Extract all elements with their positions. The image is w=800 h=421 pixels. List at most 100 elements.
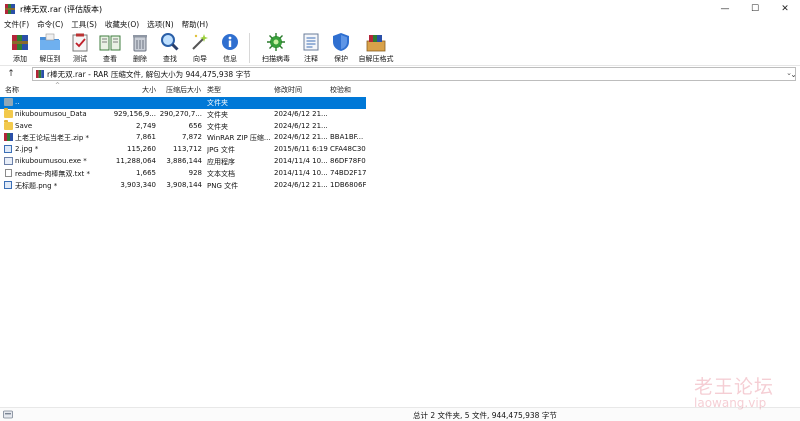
cell-packed: 7,872 bbox=[181, 133, 202, 142]
table-row[interactable]: .. 文件夹 bbox=[0, 97, 366, 109]
column-packed[interactable]: 压缩后大小 bbox=[166, 85, 201, 95]
view-button-label: 查看 bbox=[103, 55, 117, 63]
cell-type: WinRAR ZIP 压缩... bbox=[207, 134, 271, 143]
cell-modified: 2024/6/12 21... bbox=[274, 121, 328, 130]
extract-to-button[interactable]: 解压到 bbox=[35, 30, 65, 66]
cell-modified: 2024/6/12 21... bbox=[274, 109, 328, 118]
virus-scan-button[interactable]: 扫描病毒 bbox=[256, 30, 296, 66]
cell-size: 11,288,064 bbox=[115, 157, 156, 165]
watermark-cn: 老王论坛 bbox=[694, 376, 775, 398]
table-row[interactable]: readme-肉棒無双.txt * 1,665 928 文本文档 2014/11/4 1… bbox=[0, 168, 366, 180]
path-bar: ↑ r棒无双.rar - RAR 压缩文件, 解包大小为 944,475,938… bbox=[0, 66, 800, 82]
info-icon bbox=[219, 31, 241, 53]
find-button[interactable]: 查找 bbox=[155, 30, 185, 66]
test-clipboard-icon bbox=[69, 31, 91, 53]
cell-packed: 3,886,144 bbox=[166, 157, 202, 165]
cell-modified: 2015/6/11 6:19 bbox=[274, 145, 328, 154]
extract-folder-icon bbox=[39, 31, 61, 53]
menu-commands[interactable]: 命令(C) bbox=[37, 19, 63, 30]
view-button[interactable]: 查看 bbox=[95, 30, 125, 66]
comment-icon bbox=[300, 31, 322, 53]
magnifier-icon bbox=[159, 31, 181, 53]
add-archive-icon bbox=[9, 31, 31, 53]
wizard-button[interactable]: 向导 bbox=[185, 30, 215, 66]
folder-icon bbox=[4, 98, 13, 106]
menu-file[interactable]: 文件(F) bbox=[4, 19, 29, 30]
cell-type: PNG 文件 bbox=[207, 181, 239, 190]
watermark-en: laowang.vip bbox=[694, 396, 767, 410]
add-button[interactable]: 添加 bbox=[5, 30, 35, 66]
sfx-button[interactable]: 自解压格式 bbox=[356, 30, 396, 66]
menu-favorites[interactable]: 收藏夹(O) bbox=[105, 19, 139, 30]
cell-packed: 928 bbox=[188, 168, 202, 177]
test-button-label: 测试 bbox=[73, 55, 87, 63]
cell-packed: 656 bbox=[188, 121, 202, 130]
cell-packed: 3,908,144 bbox=[166, 180, 202, 189]
menu-help[interactable]: 帮助(H) bbox=[182, 19, 209, 30]
cell-name: .. bbox=[15, 98, 20, 106]
cell-crc: BBA1BF... bbox=[330, 133, 364, 142]
protect-button-label: 保护 bbox=[334, 55, 348, 63]
comment-button[interactable]: 注释 bbox=[296, 30, 326, 66]
delete-button-label: 删除 bbox=[133, 55, 147, 63]
cell-crc: 1DB6806F bbox=[330, 180, 366, 189]
cell-type: 文件夹 bbox=[207, 110, 228, 119]
delete-button[interactable]: 删除 bbox=[125, 30, 155, 66]
cell-type: 应用程序 bbox=[207, 158, 235, 166]
info-button-label: 信息 bbox=[223, 55, 237, 63]
drive-status-icon bbox=[3, 410, 13, 419]
cell-modified: 2024/6/12 21... bbox=[274, 133, 328, 142]
toolbar: 添加 解压到 测试 查看 删除 查找 向导 信息 扫描病毒 注释 保护 自解压格… bbox=[0, 30, 800, 79]
menu-bar: 文件(F) 命令(C) 工具(S) 收藏夹(O) 选项(N) 帮助(H) bbox=[0, 18, 800, 30]
table-row[interactable]: 无标题.png * 3,903,340 3,908,144 PNG 文件 2024/6/… bbox=[0, 180, 366, 192]
cell-size: 2,749 bbox=[135, 121, 156, 130]
minimize-button[interactable]: — bbox=[710, 0, 740, 18]
protect-button[interactable]: 保护 bbox=[326, 30, 356, 66]
table-row[interactable]: 上老王论坛当老王.zip * 7,861 7,872 WinRAR ZIP 压缩...… bbox=[0, 132, 366, 144]
extract-to-button-label: 解压到 bbox=[39, 55, 61, 63]
column-name[interactable]: 名称 bbox=[5, 85, 19, 95]
table-row[interactable]: nikuboumusou.exe * 11,288,064 3,886,144 应用程… bbox=[0, 156, 366, 168]
info-button[interactable]: 信息 bbox=[215, 30, 245, 66]
cell-packed: 290,270,7... bbox=[159, 109, 202, 118]
zip-file-icon bbox=[4, 133, 13, 142]
sfx-button-label: 自解压格式 bbox=[358, 55, 394, 63]
sort-arrow-icon: ^ bbox=[55, 82, 61, 89]
column-type[interactable]: 类型 bbox=[207, 85, 221, 95]
virus-scan-button-label: 扫描病毒 bbox=[262, 55, 290, 63]
cell-size: 929,156,9... bbox=[113, 109, 156, 118]
cell-crc: CFA48C30 bbox=[330, 145, 366, 154]
title-bar: r棒无双.rar (评估版本) — ☐ ✕ bbox=[0, 0, 800, 18]
wizard-wand-icon bbox=[189, 31, 211, 53]
path-dropdown-chevron-icon[interactable]: ⌄ bbox=[786, 69, 792, 77]
cell-type: 文件夹 bbox=[207, 99, 228, 107]
find-button-label: 查找 bbox=[163, 55, 177, 63]
column-size[interactable]: 大小 bbox=[142, 85, 156, 95]
cell-modified: 2024/6/12 21... bbox=[274, 180, 328, 189]
exe-file-icon bbox=[4, 157, 13, 165]
close-button[interactable]: ✕ bbox=[770, 0, 800, 18]
file-list: 名称 ^ 大小 压缩后大小 类型 修改时间 校验和 .. 文件夹 nikuboumu… bbox=[0, 82, 800, 406]
column-modified[interactable]: 修改时间 bbox=[274, 85, 302, 95]
column-crc[interactable]: 校验和 bbox=[330, 85, 351, 95]
maximize-button[interactable]: ☐ bbox=[740, 0, 770, 18]
menu-tools[interactable]: 工具(S) bbox=[71, 19, 97, 30]
cell-type: JPG 文件 bbox=[207, 146, 235, 155]
status-bar: 总计 2 文件夹, 5 文件, 944,475,938 字节 bbox=[0, 407, 800, 421]
cell-size: 3,903,340 bbox=[120, 180, 156, 189]
cell-crc: 86DF78F0 bbox=[330, 157, 366, 165]
shield-icon bbox=[330, 31, 352, 53]
table-row[interactable]: nikuboumusou_Data 929,156,9... 290,270,7..… bbox=[0, 108, 366, 121]
archive-mini-icon bbox=[36, 70, 44, 78]
cell-size: 7,861 bbox=[135, 133, 156, 142]
up-arrow-icon[interactable]: ↑ bbox=[0, 66, 22, 82]
path-field[interactable]: r棒无双.rar - RAR 压缩文件, 解包大小为 944,475,938 字… bbox=[32, 67, 796, 81]
table-row[interactable]: Save 2,749 656 文件夹 2024/6/12 21... bbox=[0, 120, 366, 133]
test-button[interactable]: 测试 bbox=[65, 30, 95, 66]
cell-size: 1,665 bbox=[135, 168, 156, 177]
view-book-icon bbox=[99, 31, 121, 53]
table-row[interactable]: 2.jpg * 115,260 113,712 JPG 文件 2015/6/11 6:1… bbox=[0, 144, 366, 156]
cell-type: 文本文档 bbox=[207, 169, 235, 178]
menu-options[interactable]: 选项(N) bbox=[147, 19, 173, 30]
sfx-box-icon bbox=[365, 31, 387, 53]
